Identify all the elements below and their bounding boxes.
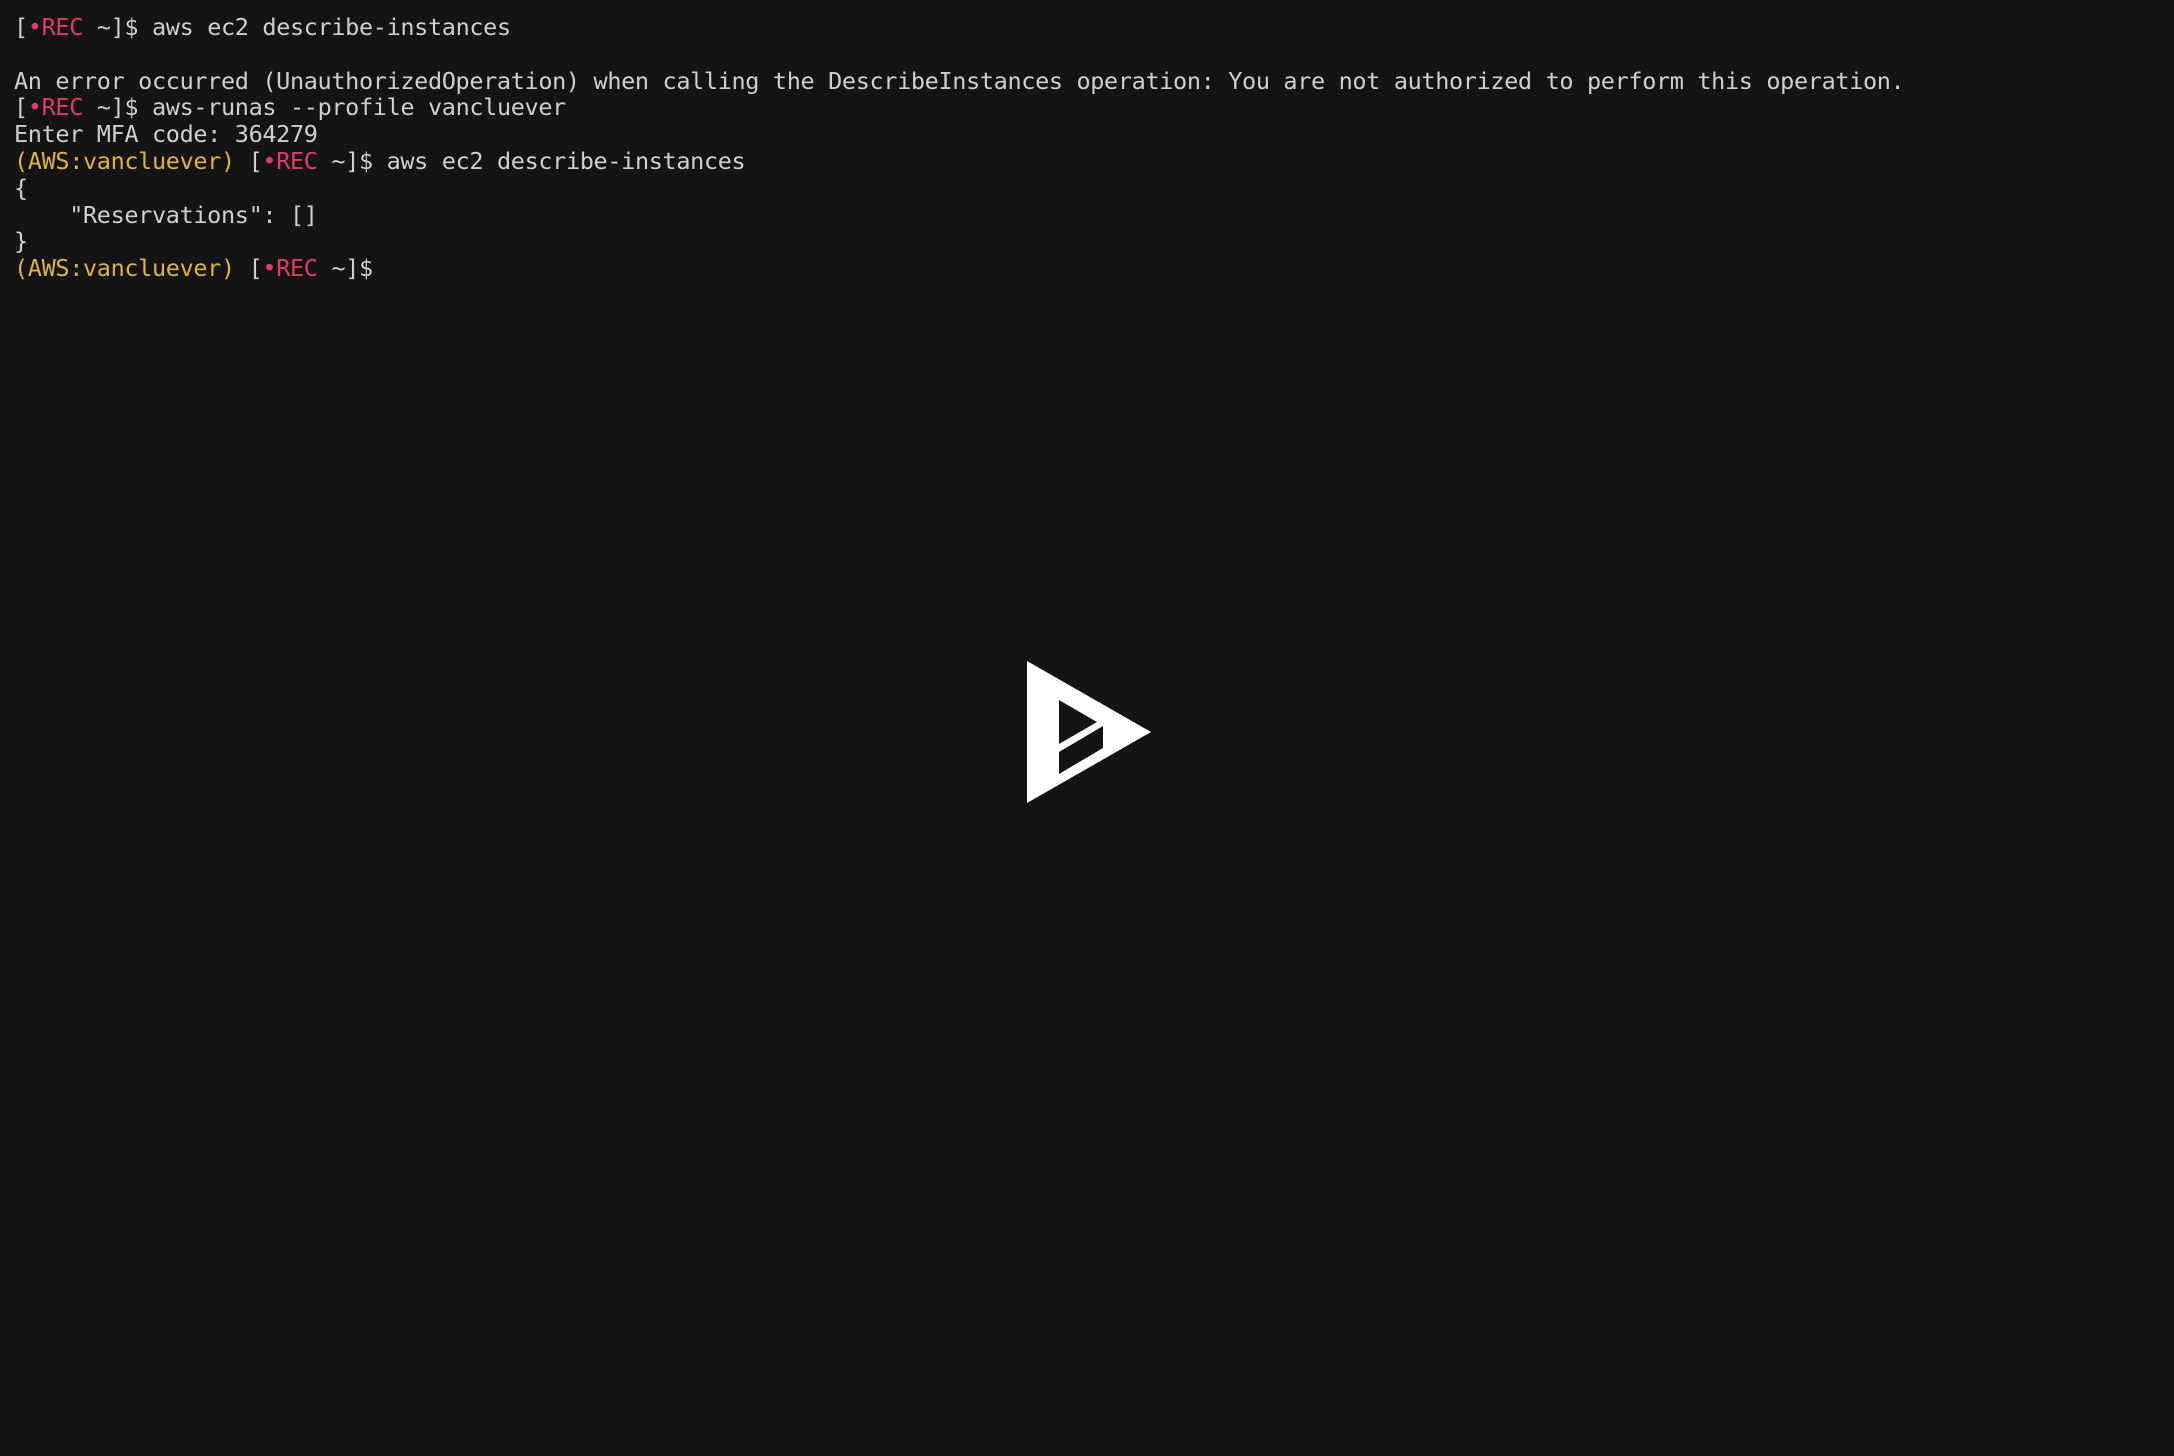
line-prompt-4: (AWS:vancluever) [•REC ~]$ xyxy=(14,255,2174,282)
terminal-segment: { xyxy=(14,173,28,202)
play-button-icon[interactable] xyxy=(1025,659,1153,805)
terminal-segment: ~]$ aws ec2 describe-instances xyxy=(317,146,746,175)
terminal-segment: [ xyxy=(14,13,28,41)
terminal-segment: [ xyxy=(234,254,263,283)
terminal-segment: ~]$ aws ec2 describe-instances xyxy=(83,13,511,41)
line-blank-1 xyxy=(14,41,2174,68)
terminal-segment: [ xyxy=(234,146,263,175)
terminal-segment: "Reservations": [] xyxy=(14,200,318,229)
terminal-segment: •REC xyxy=(27,13,84,41)
terminal-segment: [ xyxy=(14,93,28,122)
line-prompt-2: [•REC ~]$ aws-runas --profile vancluever xyxy=(14,94,2174,121)
line-error: An error occurred (UnauthorizedOperation… xyxy=(14,66,2174,95)
line-mfa: Enter MFA code: 364279 xyxy=(14,121,2174,148)
terminal-segment: (AWS:vancluever) xyxy=(14,146,235,175)
asciinema-player[interactable]: [•REC ~]$ aws ec2 describe-instances An e… xyxy=(0,0,2174,1456)
line-json-close: } xyxy=(14,228,2174,255)
terminal-segment: } xyxy=(14,227,28,256)
terminal-segment: Enter MFA code: 364279 xyxy=(14,120,318,149)
terminal-segment: •REC xyxy=(262,254,318,283)
terminal-segment: ~]$ aws-runas --profile vancluever xyxy=(83,93,566,122)
terminal-segment: ~]$ xyxy=(317,254,373,283)
terminal-segment: •REC xyxy=(27,93,84,122)
terminal-segment: (AWS:vancluever) xyxy=(14,254,235,283)
terminal-segment: An error occurred (UnauthorizedOperation… xyxy=(14,66,1905,95)
line-json-open: { xyxy=(14,173,2174,202)
line-prompt-3: (AWS:vancluever) [•REC ~]$ aws ec2 descr… xyxy=(14,148,2174,175)
terminal-segment: •REC xyxy=(262,146,318,175)
line-json-reservations: "Reservations": [] xyxy=(14,200,2174,229)
line-prompt-1: [•REC ~]$ aws ec2 describe-instances xyxy=(14,14,2174,41)
